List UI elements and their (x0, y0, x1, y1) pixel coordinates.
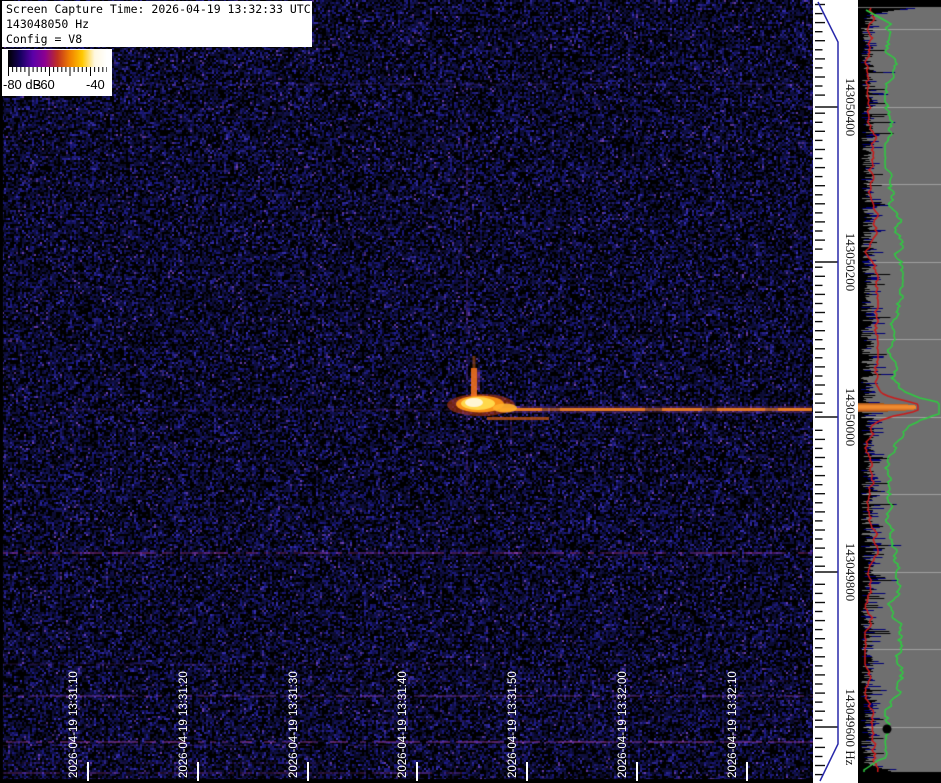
colorbar-label-mid: -60 (36, 77, 55, 92)
spectrogram-app-window: 143050400 143050200 143050000 143049800 1430… (0, 0, 941, 783)
frequency-tick-label: 143049600 Hz (842, 689, 858, 766)
config-line: Config = V8 (6, 32, 312, 47)
time-tick-mark (636, 762, 638, 781)
capture-time-line: Screen Capture Time: 2026-04-19 13:32:33… (6, 2, 312, 17)
time-tick-mark (307, 762, 309, 781)
time-tick-mark (526, 762, 528, 781)
time-tick-label: 2026-04-19 13:31:40 (397, 671, 409, 778)
time-tick-label: 2026-04-19 13:31:10 (68, 671, 80, 778)
spectrum-analyzer-panel (858, 0, 941, 783)
frequency-tick-label: 143050200 (842, 233, 858, 292)
time-tick-mark (197, 762, 199, 781)
frequency-tick-label: 143049800 (842, 543, 858, 602)
time-tick-label: 2026-04-19 13:31:30 (288, 671, 300, 778)
color-scale-ruler (8, 67, 107, 77)
time-tick-mark (746, 762, 748, 781)
time-tick-label: 2026-04-19 13:32:10 (727, 671, 739, 778)
waterfall-spectrogram (0, 0, 813, 783)
frequency-tick-label: 143050000 (842, 388, 858, 447)
color-scale-gradient (8, 50, 107, 67)
frequency-axis: 143050400 143050200 143050000 143049800 1430… (813, 0, 858, 783)
center-frequency-line: 143048050 Hz (6, 17, 312, 32)
frequency-tick-label: 143050400 (842, 78, 858, 137)
time-tick-mark (87, 762, 89, 781)
capture-info-box: Screen Capture Time: 2026-04-19 13:32:33… (2, 1, 312, 47)
color-scale-legend: -80 dB -60 -40 (2, 49, 112, 96)
time-tick-label: 2026-04-19 13:31:20 (178, 671, 190, 778)
time-tick-mark (416, 762, 418, 781)
time-tick-label: 2026-04-19 13:31:50 (507, 671, 519, 778)
time-tick-label: 2026-04-19 13:32:00 (617, 671, 629, 778)
colorbar-label-max: -40 (86, 77, 105, 92)
